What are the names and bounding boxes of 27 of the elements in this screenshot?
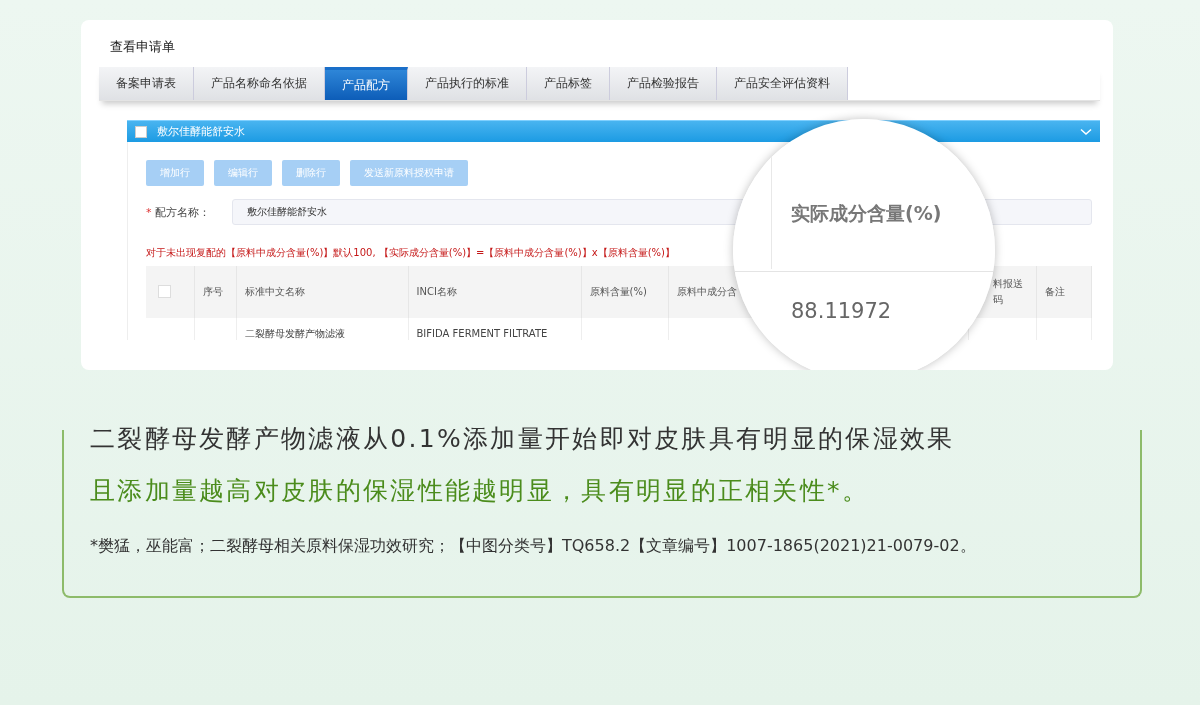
citation-text: *樊猛，巫能富；二裂酵母相关原料保湿功效研究；【中图分类号】TQ658.2【文章编号】1007-1865(2021)21-0079-02。 [89, 535, 977, 557]
panel-title: 敷尔佳酵能舒安水 [157, 124, 246, 139]
required-mark: * [146, 205, 152, 219]
column-header[interactable]: 备注 [1036, 266, 1091, 318]
window-title: 查看申请单 [109, 38, 176, 56]
table-cell: 88.11972 [791, 299, 892, 323]
tab[interactable]: 产品安全评估资料 [717, 67, 848, 100]
column-header[interactable]: 原料含量(%) [581, 266, 668, 318]
tab[interactable]: 产品检验报告 [610, 67, 717, 100]
chevron-icon[interactable] [1080, 127, 1092, 136]
tab[interactable]: 产品名称命名依据 [194, 67, 325, 100]
caption-text: 二裂酵母发酵产物滤液从0.1%添加量开始即对皮肤具有明显的保湿效果 [89, 423, 956, 455]
note-text: 对于未出现复配的【原料中成分含量(%)】默认100, 【实际成分含量(%)】=【原料中成分含量(%)】x【原料含量(%)】 [146, 246, 676, 260]
column-heading: 实际成分含量(%) [791, 201, 942, 226]
column-header[interactable]: 标准中文名称 [236, 266, 408, 318]
table-cell: BIFIDA FERMENT FILTRATE [408, 318, 581, 340]
checkbox[interactable] [158, 284, 171, 298]
field-label: 配方名称： [154, 205, 210, 219]
tab[interactable]: 产品标签 [527, 67, 610, 100]
checkbox[interactable] [135, 125, 147, 138]
column-header[interactable]: 序号 [194, 266, 236, 318]
column-header[interactable]: INCI名称 [408, 266, 581, 318]
caption-text: 且添加量越高对皮肤的保湿性能越明显，具有明显的正相关性*。 [89, 475, 871, 507]
tab[interactable]: 备案申请表 [99, 67, 194, 100]
table-cell: 二裂酵母发酵产物滤液 [236, 318, 408, 340]
tab[interactable]: 产品配方 [325, 67, 408, 100]
tab[interactable]: 产品执行的标准 [408, 67, 527, 100]
